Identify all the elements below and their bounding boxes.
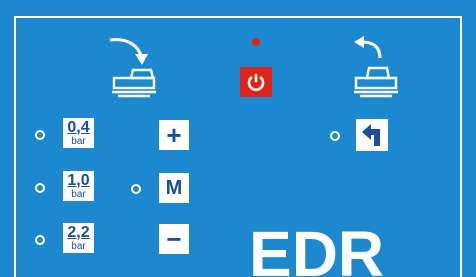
return-arrow-icon bbox=[362, 124, 380, 146]
pressure-button-1-0[interactable]: 1,0 bar bbox=[63, 171, 94, 201]
pressure-value: 1,0 bbox=[67, 171, 90, 189]
pressure-unit: bar bbox=[71, 188, 86, 200]
control-panel: 0,4 bar 1,0 bar 2,2 bar + M − EDR bbox=[0, 0, 476, 277]
plus-button[interactable]: + bbox=[159, 120, 189, 150]
power-button[interactable] bbox=[240, 67, 272, 97]
minus-button[interactable]: − bbox=[159, 224, 189, 254]
power-icon bbox=[247, 74, 265, 91]
mode-led bbox=[131, 184, 141, 194]
pedal-arrow-down-icon bbox=[109, 38, 156, 98]
pressure-led-0-4 bbox=[35, 130, 45, 140]
return-led bbox=[330, 131, 340, 141]
mode-button[interactable]: M bbox=[159, 173, 189, 203]
pressure-value: 0,4 bbox=[67, 118, 90, 136]
pressure-button-0-4[interactable]: 0,4 bar bbox=[63, 118, 94, 148]
return-button[interactable] bbox=[356, 119, 388, 151]
model-label-box: EDR bbox=[243, 222, 391, 277]
pressure-unit: bar bbox=[71, 240, 86, 252]
pressure-unit: bar bbox=[71, 135, 86, 147]
pressure-button-2-2[interactable]: 2,2 bar bbox=[63, 223, 94, 253]
pressure-value: 2,2 bbox=[67, 223, 90, 241]
pressure-led-1-0 bbox=[35, 183, 45, 193]
pressure-led-2-2 bbox=[35, 235, 45, 245]
model-label: EDR bbox=[249, 218, 385, 277]
pedal-arrow-return-icon bbox=[354, 36, 398, 98]
power-led bbox=[252, 38, 260, 46]
